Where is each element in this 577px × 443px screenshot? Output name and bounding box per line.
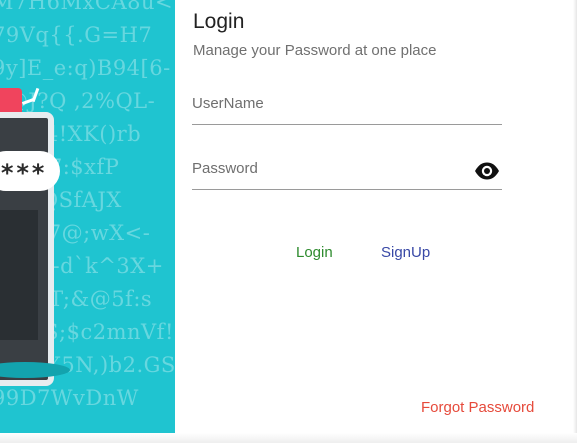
masked-password-pill: *** (0, 151, 60, 191)
eye-icon[interactable] (474, 161, 500, 181)
device-screen-shape (0, 210, 38, 340)
password-input[interactable] (192, 153, 462, 183)
page-title: Login (193, 10, 245, 33)
forgot-password-link[interactable]: Forgot Password (421, 399, 534, 416)
card-bottom-edge (0, 433, 577, 443)
hero-illustration: M7H6MxCA8u< 79Vq{{.G=H7 9y]E_e:q)B94[6- … (0, 0, 175, 433)
card-edge (573, 0, 577, 443)
username-input[interactable] (192, 88, 462, 118)
password-field (192, 153, 502, 190)
signup-button[interactable]: SignUp (381, 244, 430, 261)
login-button[interactable]: Login (296, 244, 333, 261)
username-field (192, 88, 502, 125)
page-subtitle: Manage your Password at one place (193, 42, 437, 59)
